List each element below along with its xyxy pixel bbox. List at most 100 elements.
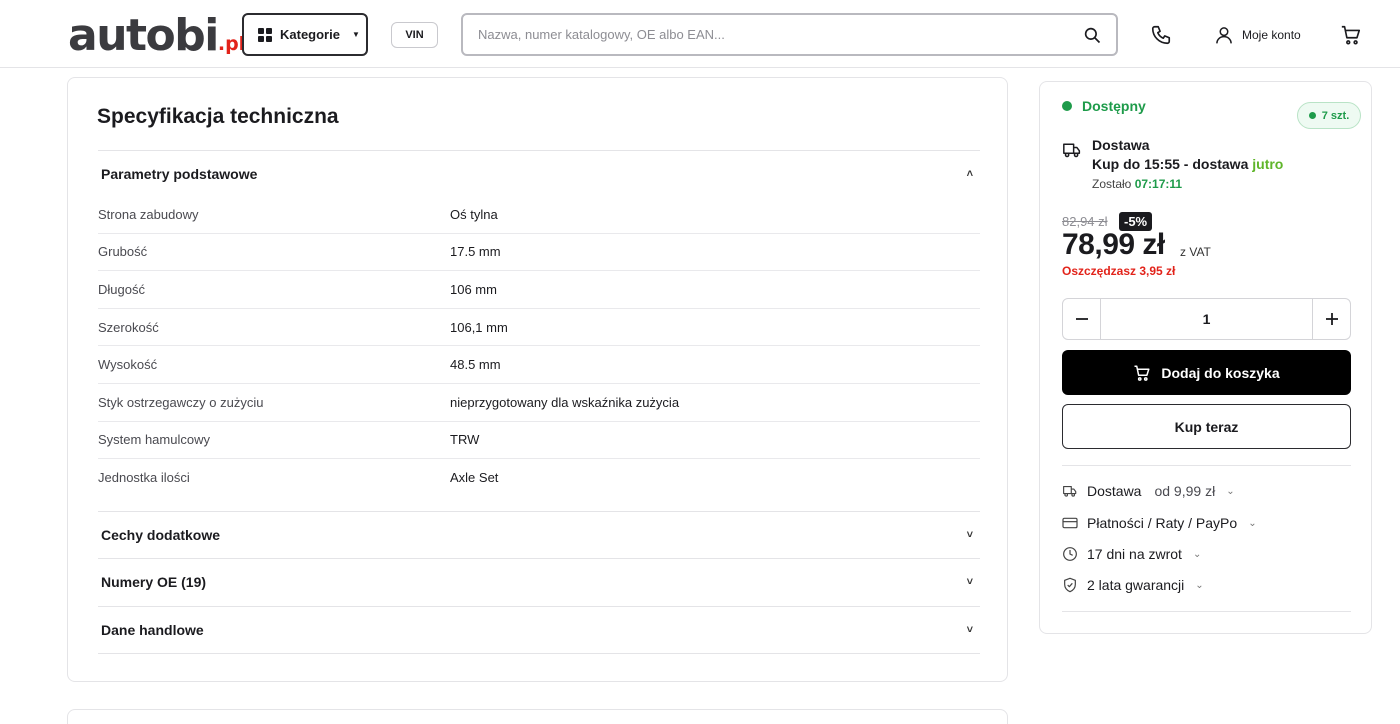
spec-value: TRW [450,432,480,448]
status-dot [1308,112,1316,119]
table-row: Długość 106 mm [98,271,980,309]
phone-icon[interactable] [1150,24,1172,46]
add-to-cart-button[interactable]: Dodaj do koszyka [1062,350,1351,395]
chevron-down-icon: ⌄ [1195,579,1204,591]
search-input[interactable] [478,27,1072,42]
next-section-card [67,709,1008,724]
spec-value: 48.5 mm [450,357,501,373]
cart-icon [1133,364,1151,382]
info-warranty[interactable]: 2 lata gwarancji ⌄ [1062,574,1204,596]
section-label: Parametry podstawowe [101,166,258,182]
vin-button[interactable]: VIN [391,22,438,48]
delivery-countdown: Zostało 07:17:11 [1092,177,1182,191]
buy-now-button[interactable]: Kup teraz [1062,404,1351,449]
info-sub: od 9,99 zł [1154,483,1216,499]
vat-label: z VAT [1180,245,1211,259]
categories-label: Kategorie [280,27,340,42]
section-label: Cechy dodatkowe [101,527,221,543]
spec-key: Wysokość [98,357,158,373]
logo[interactable]: autobi.pl [68,10,245,70]
chevron-up-icon: ˄ [966,168,973,180]
savings-text: Oszczędzasz 3,95 zł [1062,264,1176,278]
info-label: Dostawa [1087,483,1142,499]
section-label: Dane handlowe [101,622,204,638]
section-label: Numery OE (19) [101,574,207,590]
spec-key: Grubość [98,244,148,260]
buy-box: Dostępny 7 szt. Dostawa Kup do 15:55 - d… [1039,81,1372,634]
section-trade-data[interactable]: Dane handlowe ˅ [98,606,980,653]
chevron-down-icon: ⌄ [1192,548,1202,560]
divider [1062,465,1351,466]
info-payments[interactable]: Płatności / Raty / PayPo ⌄ [1062,512,1257,534]
info-returns[interactable]: 17 dni na zwrot ⌄ [1062,543,1201,565]
decrease-quantity-button[interactable] [1063,299,1101,339]
account-link[interactable]: Moje konto [1214,24,1301,46]
spec-value: Axle Set [450,470,499,486]
spec-value: 17.5 mm [450,244,501,260]
spec-title: Specyfikacja techniczna [97,105,339,128]
availability-status: Dostępny [1062,98,1146,114]
spec-key: Styk ostrzegawczy o zużyciu [98,394,264,410]
truck-icon [1062,141,1082,159]
quantity-stepper [1062,298,1351,340]
info-label: 2 lata gwarancji [1087,577,1185,593]
section-basic-params[interactable]: Parametry podstawowe ˄ [98,150,980,197]
stock-badge: 7 szt. [1297,102,1361,129]
section-additional-features[interactable]: Cechy dodatkowe ˅ [98,511,980,558]
delivery-day: jutro [1252,156,1284,172]
chevron-down-icon: ˅ [966,624,973,636]
user-icon [1214,24,1234,46]
table-row: Wysokość 48.5 mm [98,346,980,384]
countdown-timer: 07:17:11 [1134,177,1183,191]
delivery-deadline-text: Kup do 15:55 - dostawa [1092,156,1253,172]
table-row: Strona zabudowy Oś tylna [98,196,980,234]
section-oe-numbers[interactable]: Numery OE (19) ˅ [98,558,980,605]
cart-icon[interactable] [1340,24,1362,46]
spec-value: 106,1 mm [450,319,508,335]
chevron-down-icon: ˅ [966,576,973,588]
table-row: Grubość 17.5 mm [98,234,980,272]
quantity-input[interactable] [1101,299,1312,339]
spec-table: Strona zabudowy Oś tylna Grubość 17.5 mm D… [98,196,980,497]
truck-icon [1062,484,1078,498]
availability-label: Dostępny [1082,98,1146,114]
spec-value: nieprzygotowany dla wskaźnika zużycia [450,394,680,410]
old-price: 82,94 zł [1062,214,1108,229]
table-row: Jednostka ilości Axle Set [98,459,980,497]
info-delivery[interactable]: Dostawa od 9,99 zł ⌄ [1062,480,1235,502]
grid-icon [258,27,272,42]
delivery-title: Dostawa [1092,137,1150,153]
clock-icon [1062,546,1078,562]
delivery-deadline: Kup do 15:55 - dostawa jutro [1092,156,1283,172]
divider [98,653,980,654]
add-to-cart-label: Dodaj do koszyka [1161,364,1280,381]
increase-quantity-button[interactable] [1312,299,1350,339]
account-label: Moje konto [1242,28,1301,42]
technical-spec-card: Specyfikacja techniczna Parametry podsta… [67,77,1008,682]
table-row: Szerokość 106,1 mm [98,309,980,347]
stock-count: 7 szt. [1321,109,1350,122]
chevron-down-icon: ˅ [966,529,973,541]
table-row: System hamulcowy TRW [98,422,980,460]
caret-down-icon: ▼ [351,30,360,39]
countdown-label: Zostało [1092,177,1135,191]
categories-button[interactable]: Kategorie ▼ [242,13,368,56]
divider [1062,611,1351,612]
info-label: Płatności / Raty / PayPo [1087,515,1238,531]
spec-key: System hamulcowy [98,432,210,448]
spec-value: 106 mm [450,281,497,297]
spec-key: Jednostka ilości [98,470,190,486]
status-dot [1062,101,1072,111]
info-label: 17 dni na zwrot [1087,546,1182,562]
spec-key: Długość [98,281,145,297]
chevron-down-icon: ⌄ [1226,485,1235,497]
site-header: autobi.pl Kategorie ▼ VIN Moje konto [0,0,1400,68]
chevron-down-icon: ⌄ [1248,517,1257,529]
spec-key: Szerokość [98,319,159,335]
search-icon[interactable] [1072,15,1112,55]
spec-value: Oś tylna [450,206,498,222]
logo-main: autobi [68,10,219,61]
search-bar [461,13,1118,56]
card-icon [1062,516,1078,530]
shield-icon [1062,577,1078,593]
